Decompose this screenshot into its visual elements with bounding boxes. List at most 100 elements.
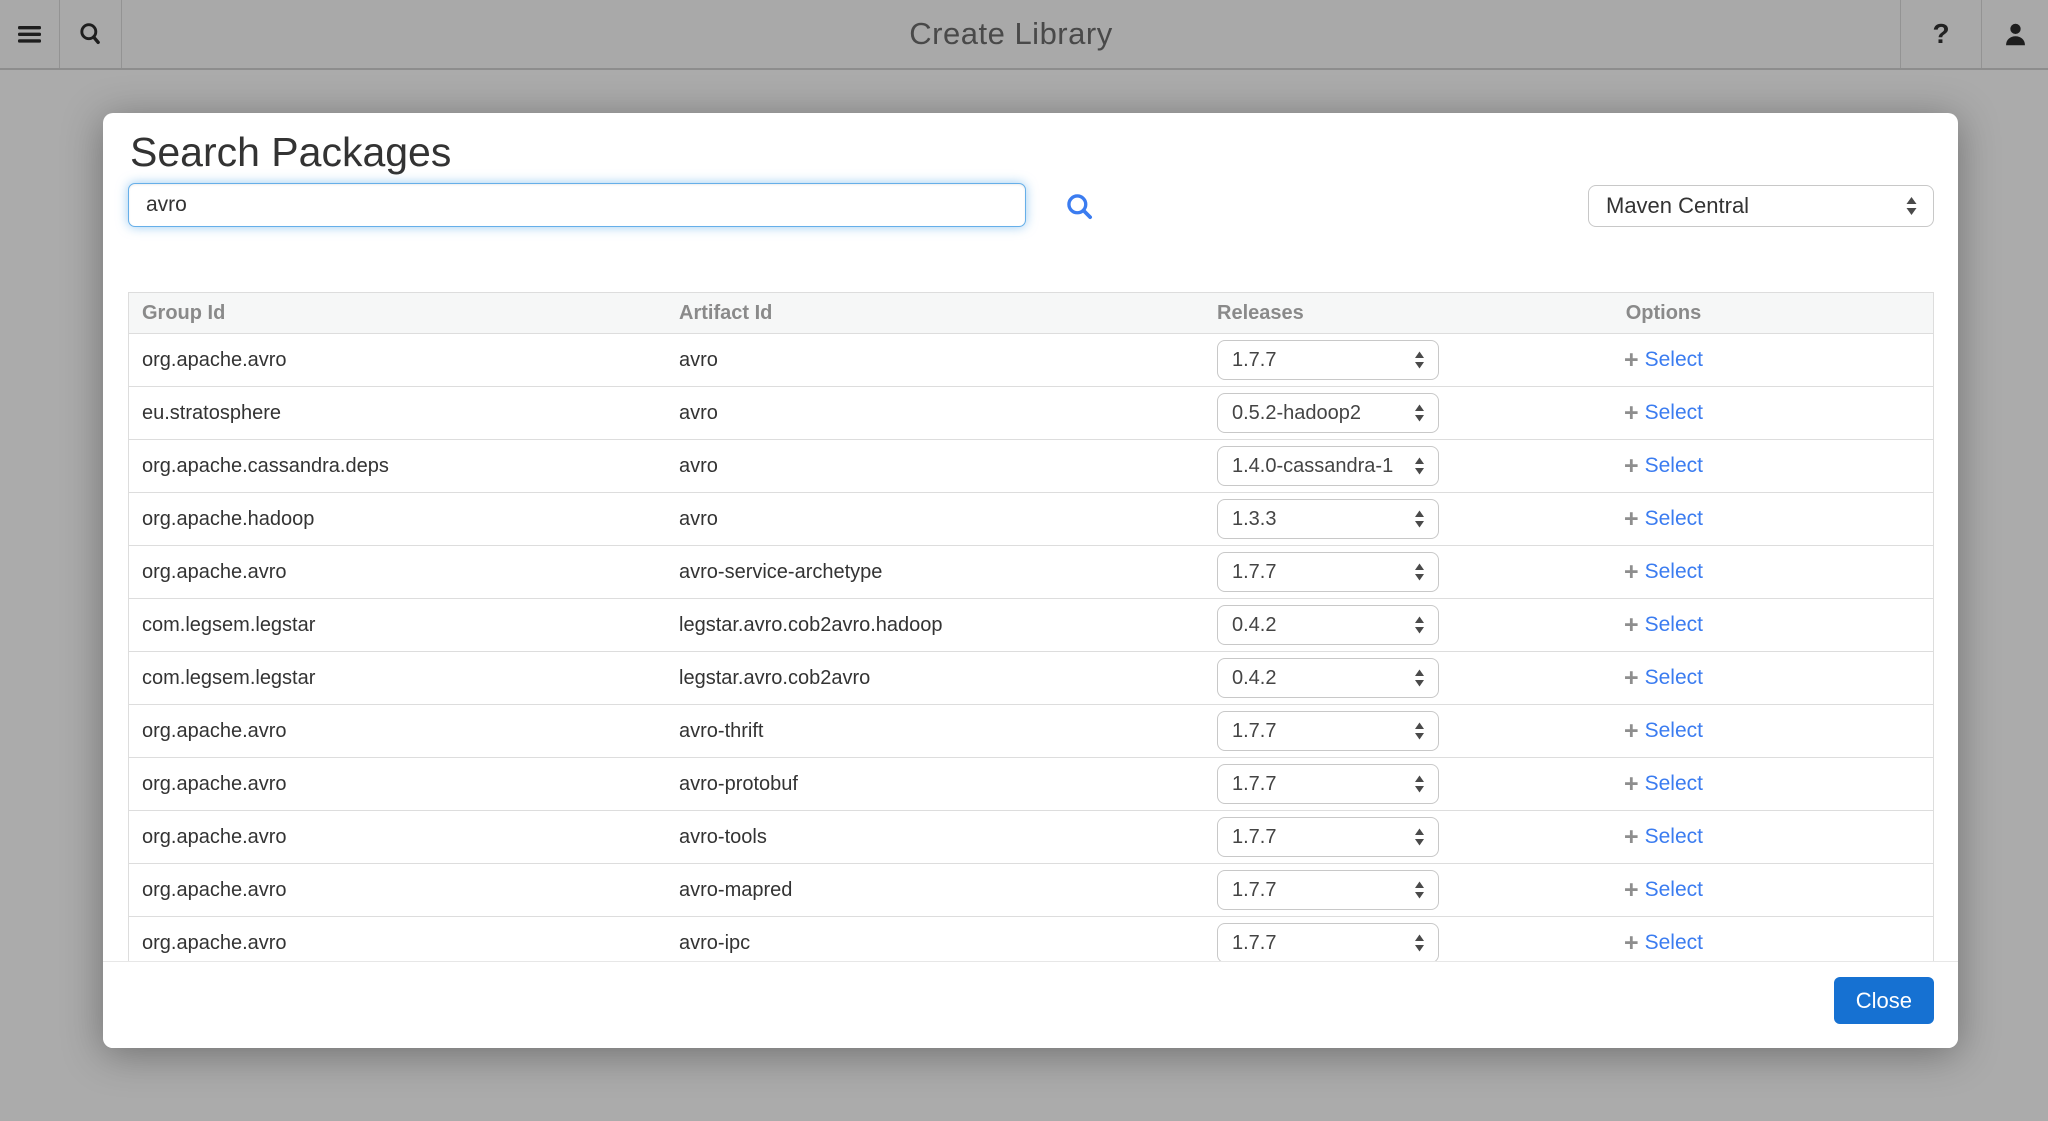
group-id-cell: org.apache.avro [129, 720, 666, 743]
release-selected-value: 1.7.7 [1232, 561, 1276, 584]
group-id-cell: org.apache.avro [129, 826, 666, 849]
plus-icon: + [1624, 454, 1639, 479]
table-row: com.legsem.legstar legstar.avro.cob2avro… [129, 599, 1933, 652]
release-select[interactable]: 1.7.7 [1217, 870, 1439, 910]
select-link-label: Select [1645, 666, 1703, 690]
release-selected-value: 1.7.7 [1232, 879, 1276, 902]
select-package-link[interactable]: + Select [1394, 931, 1933, 956]
select-package-link[interactable]: + Select [1394, 454, 1933, 479]
plus-icon: + [1624, 719, 1639, 744]
group-id-cell: org.apache.avro [129, 773, 666, 796]
release-select[interactable]: 0.4.2 [1217, 605, 1439, 645]
select-package-link[interactable]: + Select [1394, 878, 1933, 903]
plus-icon: + [1624, 878, 1639, 903]
group-id-cell: org.apache.avro [129, 561, 666, 584]
select-arrows-icon [1413, 668, 1426, 688]
plus-icon: + [1624, 825, 1639, 850]
release-select[interactable]: 1.7.7 [1217, 817, 1439, 857]
group-id-cell: org.apache.avro [129, 349, 666, 372]
artifact-id-cell: avro [666, 402, 1204, 425]
results-table: Group Id Artifact Id Releases Options or… [128, 292, 1934, 961]
select-link-label: Select [1645, 454, 1703, 478]
repository-select[interactable]: Maven Central [1588, 185, 1934, 227]
release-select[interactable]: 0.4.2 [1217, 658, 1439, 698]
table-row: com.legsem.legstar legstar.avro.cob2avro… [129, 652, 1933, 705]
select-link-label: Select [1645, 560, 1703, 584]
select-link-label: Select [1645, 931, 1703, 955]
select-link-label: Select [1645, 719, 1703, 743]
release-select[interactable]: 1.4.0-cassandra-1 [1217, 446, 1439, 486]
group-id-cell: org.apache.avro [129, 879, 666, 902]
group-id-cell: org.apache.cassandra.deps [129, 455, 666, 478]
artifact-id-cell: avro-ipc [666, 932, 1204, 955]
select-package-link[interactable]: + Select [1394, 507, 1933, 532]
select-package-link[interactable]: + Select [1394, 613, 1933, 638]
release-selected-value: 0.4.2 [1232, 614, 1276, 637]
release-select[interactable]: 1.7.7 [1217, 552, 1439, 592]
select-link-label: Select [1645, 878, 1703, 902]
select-arrows-icon [1413, 774, 1426, 794]
release-selected-value: 0.5.2-hadoop2 [1232, 402, 1361, 425]
select-package-link[interactable]: + Select [1394, 719, 1933, 744]
plus-icon: + [1624, 507, 1639, 532]
table-row: org.apache.avro avro-thrift 1.7.7 + Sele… [129, 705, 1933, 758]
group-id-cell: eu.stratosphere [129, 402, 666, 425]
select-package-link[interactable]: + Select [1394, 825, 1933, 850]
select-package-link[interactable]: + Select [1394, 560, 1933, 585]
table-row: org.apache.avro avro-service-archetype 1… [129, 546, 1933, 599]
select-arrows-icon [1413, 456, 1426, 476]
select-arrows-icon [1904, 195, 1919, 217]
release-selected-value: 0.4.2 [1232, 667, 1276, 690]
select-link-label: Select [1645, 772, 1703, 796]
release-selected-value: 1.7.7 [1232, 349, 1276, 372]
table-row: org.apache.avro avro-mapred 1.7.7 + Sele… [129, 864, 1933, 917]
artifact-id-cell: avro [666, 455, 1204, 478]
table-row: org.apache.hadoop avro 1.3.3 + Select [129, 493, 1933, 546]
column-header-artifact-id: Artifact Id [666, 302, 1204, 325]
release-select[interactable]: 1.7.7 [1217, 764, 1439, 804]
plus-icon: + [1624, 401, 1639, 426]
release-selected-value: 1.7.7 [1232, 773, 1276, 796]
select-package-link[interactable]: + Select [1394, 348, 1933, 373]
release-select[interactable]: 1.3.3 [1217, 499, 1439, 539]
select-package-link[interactable]: + Select [1394, 772, 1933, 797]
release-select[interactable]: 0.5.2-hadoop2 [1217, 393, 1439, 433]
select-arrows-icon [1413, 721, 1426, 741]
repository-selected-value: Maven Central [1606, 193, 1749, 219]
artifact-id-cell: avro [666, 349, 1204, 372]
select-arrows-icon [1413, 403, 1426, 423]
column-header-group-id: Group Id [129, 302, 666, 325]
release-select[interactable]: 1.7.7 [1217, 923, 1439, 961]
plus-icon: + [1624, 560, 1639, 585]
select-arrows-icon [1413, 562, 1426, 582]
table-row: org.apache.avro avro 1.7.7 + Select [129, 334, 1933, 387]
table-row: eu.stratosphere avro 0.5.2-hadoop2 + Sel… [129, 387, 1933, 440]
group-id-cell: com.legsem.legstar [129, 667, 666, 690]
table-row: org.apache.avro avro-tools 1.7.7 + Selec… [129, 811, 1933, 864]
select-package-link[interactable]: + Select [1394, 666, 1933, 691]
artifact-id-cell: avro-thrift [666, 720, 1204, 743]
group-id-cell: org.apache.hadoop [129, 508, 666, 531]
artifact-id-cell: avro-tools [666, 826, 1204, 849]
release-select[interactable]: 1.7.7 [1217, 711, 1439, 751]
release-select[interactable]: 1.7.7 [1217, 340, 1439, 380]
select-arrows-icon [1413, 615, 1426, 635]
artifact-id-cell: avro-service-archetype [666, 561, 1204, 584]
release-selected-value: 1.7.7 [1232, 932, 1276, 955]
package-search-input[interactable] [128, 183, 1026, 227]
table-body: org.apache.avro avro 1.7.7 + Select eu.s… [129, 334, 1933, 961]
select-link-label: Select [1645, 401, 1703, 425]
search-icon [1064, 191, 1096, 223]
plus-icon: + [1624, 772, 1639, 797]
close-button[interactable]: Close [1834, 977, 1934, 1024]
table-header-row: Group Id Artifact Id Releases Options [129, 293, 1933, 334]
select-package-link[interactable]: + Select [1394, 401, 1933, 426]
search-row: Maven Central [128, 183, 1934, 229]
run-search-button[interactable] [1064, 191, 1096, 223]
group-id-cell: com.legsem.legstar [129, 614, 666, 637]
select-link-label: Select [1645, 507, 1703, 531]
release-selected-value: 1.4.0-cassandra-1 [1232, 455, 1393, 478]
artifact-id-cell: avro-protobuf [666, 773, 1204, 796]
column-header-releases: Releases [1204, 302, 1394, 325]
select-arrows-icon [1413, 880, 1426, 900]
